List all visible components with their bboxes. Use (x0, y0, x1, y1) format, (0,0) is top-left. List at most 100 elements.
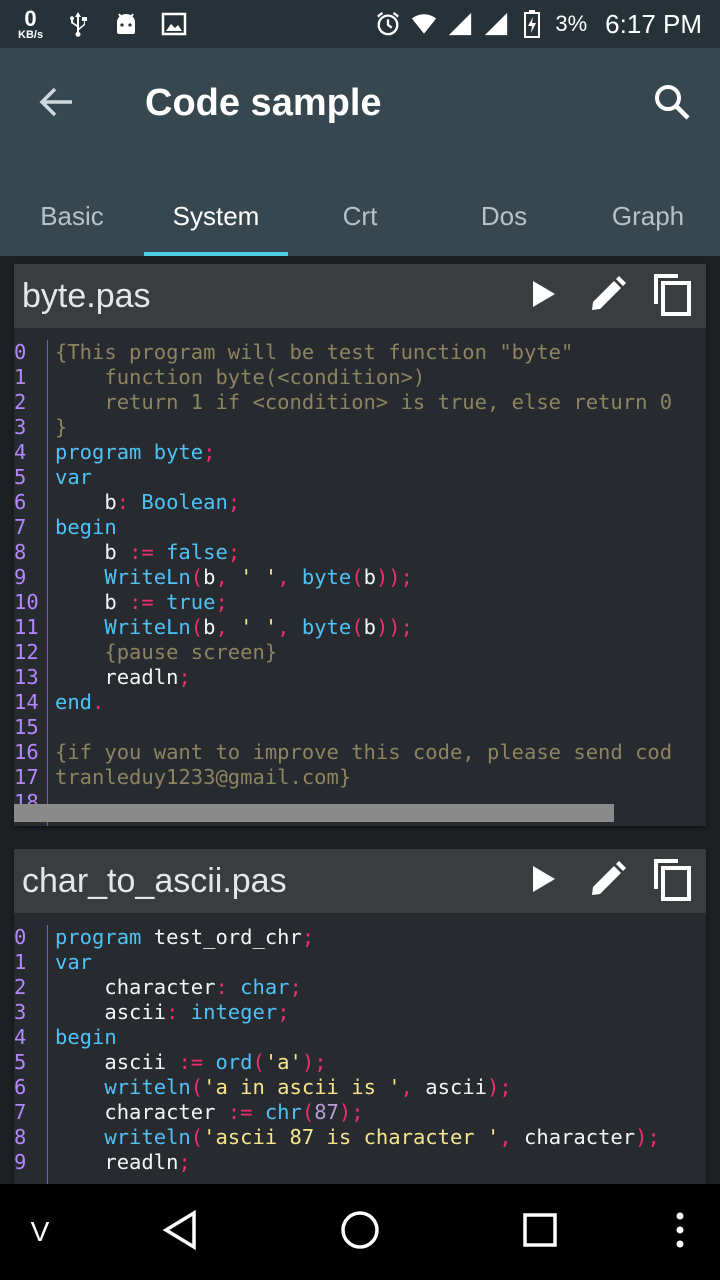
line-number: 8 (14, 1125, 27, 1149)
line-number: 7 (14, 1100, 27, 1124)
battery-percent: 3% (555, 11, 588, 36)
code-line: WriteLn(b, ' ', byte(b)); (104, 615, 413, 639)
code-line: character := chr(87); (104, 1100, 364, 1124)
wifi-icon (411, 11, 437, 37)
pencil-icon (589, 275, 627, 318)
usb-icon (65, 11, 91, 37)
gutter-divider (47, 340, 48, 826)
overflow-menu-button[interactable] (656, 1208, 704, 1256)
copy-button[interactable] (650, 857, 694, 906)
line-number: 12 (14, 640, 39, 664)
network-speed-value: 0 (24, 5, 37, 31)
line-number: 15 (14, 715, 39, 739)
code-line: function byte(<condition>) (55, 365, 426, 389)
signal-icon-2 (483, 11, 509, 37)
code-line: character: char; (104, 975, 302, 999)
tab-graph[interactable]: Graph (576, 176, 720, 256)
code-line: ascii := ord('a'); (104, 1050, 327, 1074)
line-number: 11 (14, 615, 39, 639)
code-line: var (55, 950, 93, 974)
code-view[interactable]: 0123456789 program test_ord_chr; var char… (14, 913, 706, 1184)
play-icon (531, 864, 557, 899)
line-number: 8 (14, 540, 27, 564)
keyboard-hide-button[interactable]: V (16, 1208, 64, 1256)
code-line: begin (55, 1025, 117, 1049)
android-icon (113, 11, 139, 37)
copy-icon (652, 857, 692, 906)
card-filename: byte.pas (22, 276, 151, 315)
code-line: return 1 if <condition> is true, else re… (55, 390, 673, 414)
search-button[interactable] (646, 78, 698, 130)
line-number: 0 (14, 340, 27, 364)
tab-basic[interactable]: Basic (0, 176, 144, 256)
line-number: 13 (14, 665, 39, 689)
run-button[interactable] (522, 859, 566, 903)
image-icon (161, 11, 187, 37)
circle-home-icon (340, 1210, 380, 1255)
code-line: b := true; (104, 590, 228, 614)
edit-button[interactable] (586, 859, 630, 903)
code-card-char-to-ascii: char_to_ascii.pas 0123456789 program tes… (14, 849, 706, 1184)
line-number: 16 (14, 740, 39, 764)
code-line: readln; (104, 665, 191, 689)
more-vert-icon (675, 1211, 685, 1254)
status-bar: 0 KB/s 3% 6:17 PM (0, 0, 720, 48)
line-number: 6 (14, 490, 27, 514)
line-number: 5 (14, 1050, 27, 1074)
network-speed-unit: KB/s (18, 28, 44, 41)
alarm-icon (375, 11, 401, 37)
code-lines: {This program will be test function "byt… (55, 340, 706, 815)
code-line: b := false; (104, 540, 241, 564)
edit-button[interactable] (586, 274, 630, 318)
network-speed: 0 KB/s (18, 5, 44, 41)
gutter-divider (47, 925, 48, 1184)
square-recents-icon (523, 1212, 557, 1252)
back-nav-button[interactable] (156, 1208, 204, 1256)
tab-dos[interactable]: Dos (432, 176, 576, 256)
code-line: {This program will be test function "byt… (55, 340, 574, 364)
play-icon (531, 279, 557, 314)
code-line: var (55, 465, 93, 489)
code-view[interactable]: 0 1 2 3 4 5 6 7 8 9 10 11 12 13 14 15 16 17 18 {This progr… (14, 328, 706, 826)
code-line: program test_ord_chr; (55, 925, 315, 949)
signal-icon (447, 11, 473, 37)
line-number: 5 (14, 465, 27, 489)
code-line: end. (55, 690, 105, 714)
arrow-back-icon (38, 86, 74, 123)
code-line: {pause screen} (104, 640, 278, 664)
line-number: 3 (14, 1000, 27, 1024)
tab-crt[interactable]: Crt (288, 176, 432, 256)
code-lines: program test_ord_chr; var character: char… (55, 925, 706, 1175)
page-title: Code sample (145, 82, 382, 124)
code-line: program byte; (55, 440, 216, 464)
line-number: 1 (14, 950, 27, 974)
pencil-icon (589, 860, 627, 903)
line-numbers: 0 1 2 3 4 5 6 7 8 9 10 11 12 13 14 15 16 17 18 (14, 340, 47, 815)
code-line: writeln('ascii 87 is character ', charac… (104, 1125, 660, 1149)
line-number: 14 (14, 690, 39, 714)
line-number: 6 (14, 1075, 27, 1099)
run-button[interactable] (522, 274, 566, 318)
line-number: 1 (14, 365, 27, 389)
back-button[interactable] (30, 78, 82, 130)
horizontal-scrollbar[interactable] (14, 804, 614, 822)
card-header: char_to_ascii.pas (14, 849, 706, 913)
search-icon (653, 83, 691, 126)
home-button[interactable] (336, 1208, 384, 1256)
code-line: b: Boolean; (104, 490, 241, 514)
line-numbers: 0123456789 (14, 925, 47, 1175)
navigation-bar: V (0, 1184, 720, 1280)
code-line: writeln('a in ascii is ', ascii); (104, 1075, 512, 1099)
tab-system[interactable]: System (144, 176, 288, 256)
recents-button[interactable] (516, 1208, 564, 1256)
line-number: 2 (14, 390, 27, 414)
code-line: tranleduy1233@gmail.com} (55, 765, 352, 789)
code-line: WriteLn(b, ' ', byte(b)); (104, 565, 413, 589)
clock: 6:17 PM (605, 8, 702, 39)
card-header: byte.pas (14, 264, 706, 328)
line-number: 3 (14, 415, 27, 439)
code-line: readln; (104, 1150, 191, 1174)
app-bar: Code sample Basic System Crt Dos Graph (0, 48, 720, 256)
copy-button[interactable] (650, 273, 694, 318)
code-line: begin (55, 515, 117, 539)
